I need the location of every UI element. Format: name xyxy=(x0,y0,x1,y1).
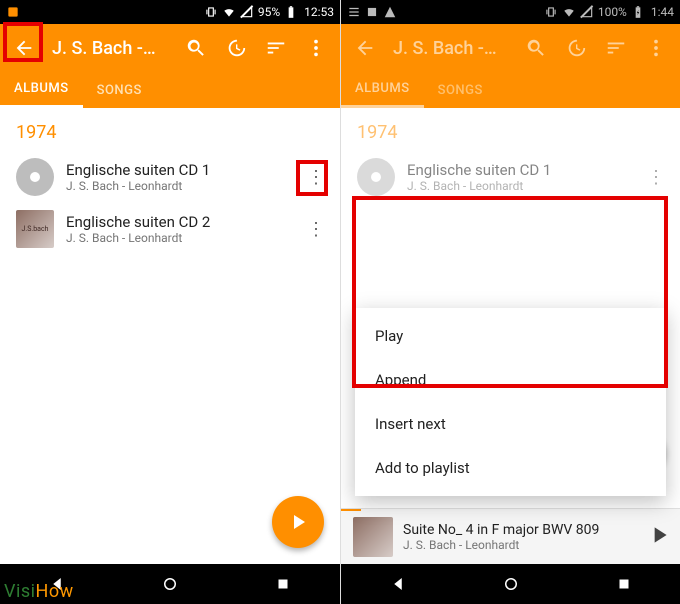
ctx-append[interactable]: Append xyxy=(355,358,666,402)
battery-charging-icon xyxy=(631,5,645,19)
wifi-icon xyxy=(562,5,576,19)
signal-off-icon xyxy=(240,5,254,19)
watermark: VisiHow xyxy=(4,581,74,602)
tabs: ALBUMS SONGS xyxy=(341,72,680,108)
album-artist: J. S. Bach - Leonhardt xyxy=(66,231,288,245)
phone-left: 95% 12:53 J. S. Bach -… ALBUMS SONGS 197… xyxy=(0,0,340,604)
wifi-icon xyxy=(222,5,236,19)
play-control-button[interactable] xyxy=(646,522,672,552)
album-art-placeholder-icon xyxy=(16,158,54,196)
phone-right: 100% 1:44 J. S. Bach -… ALBUMS SONGS 197… xyxy=(340,0,680,604)
album-row[interactable]: J.S.bach Englische suiten CD 2 J. S. Bac… xyxy=(0,203,340,255)
content-area: 1974 Englische suiten CD 1 J. S. Bach - … xyxy=(0,108,340,564)
album-art-icon: J.S.bach xyxy=(16,210,54,248)
ctx-add-to-playlist[interactable]: Add to playlist xyxy=(355,446,666,490)
progress-bar[interactable] xyxy=(341,509,361,511)
notif-icon xyxy=(6,5,20,19)
battery-icon xyxy=(284,5,298,19)
nav-recent-button[interactable] xyxy=(599,569,649,599)
tab-songs[interactable]: SONGS xyxy=(424,72,497,108)
album-more-button[interactable]: ⋮ xyxy=(300,209,332,249)
status-bar: 100% 1:44 xyxy=(341,0,680,24)
content-area: 1974 Englische suiten CD 1 J. S. Bach - … xyxy=(341,108,680,564)
album-title: Englische suiten CD 2 xyxy=(66,213,288,231)
album-art-placeholder-icon xyxy=(357,158,395,196)
album-row[interactable]: Englische suiten CD 1 J. S. Bach - Leonh… xyxy=(0,151,340,203)
nav-bar xyxy=(341,564,680,604)
nav-home-button[interactable] xyxy=(486,569,536,599)
tab-albums[interactable]: ALBUMS xyxy=(0,72,83,108)
history-button[interactable] xyxy=(216,28,256,68)
status-time: 1:44 xyxy=(651,5,674,19)
now-playing-bar[interactable]: Suite No_ 4 in F major BWV 809 J. S. Bac… xyxy=(341,508,680,564)
vibrate-icon xyxy=(204,5,218,19)
now-playing-title: Suite No_ 4 in F major BWV 809 xyxy=(403,522,636,538)
album-title: Englische suiten CD 1 xyxy=(407,161,628,179)
tabs: ALBUMS SONGS xyxy=(0,72,340,108)
context-menu: Play Append Insert next Add to playlist xyxy=(355,308,666,496)
album-more-button[interactable]: ⋮ xyxy=(300,157,332,197)
app-bar: J. S. Bach -… xyxy=(0,24,340,72)
play-fab[interactable] xyxy=(272,496,324,548)
nav-recent-button[interactable] xyxy=(258,569,308,599)
signal-off-icon xyxy=(580,5,594,19)
history-button[interactable] xyxy=(556,28,596,68)
nav-back-button[interactable] xyxy=(373,569,423,599)
tab-songs[interactable]: SONGS xyxy=(83,72,156,108)
notif-icon xyxy=(365,5,379,19)
ctx-play[interactable]: Play xyxy=(355,314,666,358)
search-button[interactable] xyxy=(176,28,216,68)
year-header: 1974 xyxy=(341,108,680,151)
album-title: Englische suiten CD 1 xyxy=(66,161,288,179)
ctx-insert-next[interactable]: Insert next xyxy=(355,402,666,446)
sort-button[interactable] xyxy=(596,28,636,68)
back-button[interactable] xyxy=(345,28,385,68)
app-bar: J. S. Bach -… xyxy=(341,24,680,72)
nav-home-button[interactable] xyxy=(145,569,195,599)
back-button[interactable] xyxy=(4,28,44,68)
battery-pct: 100% xyxy=(598,5,627,19)
overflow-button[interactable] xyxy=(296,28,336,68)
notif-icon xyxy=(347,5,361,19)
album-artist: J. S. Bach - Leonhardt xyxy=(66,179,288,193)
tab-albums[interactable]: ALBUMS xyxy=(341,72,424,108)
year-header: 1974 xyxy=(0,108,340,151)
status-bar: 95% 12:53 xyxy=(0,0,340,24)
overflow-button[interactable] xyxy=(636,28,676,68)
battery-pct: 95% xyxy=(258,5,280,19)
album-more-button[interactable]: ⋮ xyxy=(640,157,672,197)
app-title: J. S. Bach -… xyxy=(44,38,176,59)
album-artist: J. S. Bach - Leonhardt xyxy=(407,179,628,193)
app-title: J. S. Bach -… xyxy=(385,38,516,59)
album-row[interactable]: Englische suiten CD 1 J. S. Bach - Leonh… xyxy=(341,151,680,203)
sort-button[interactable] xyxy=(256,28,296,68)
now-playing-artist: J. S. Bach - Leonhardt xyxy=(403,538,636,552)
status-time: 12:53 xyxy=(304,5,334,19)
notif-icon xyxy=(383,5,397,19)
now-playing-art-icon xyxy=(353,517,393,557)
vibrate-icon xyxy=(544,5,558,19)
search-button[interactable] xyxy=(516,28,556,68)
